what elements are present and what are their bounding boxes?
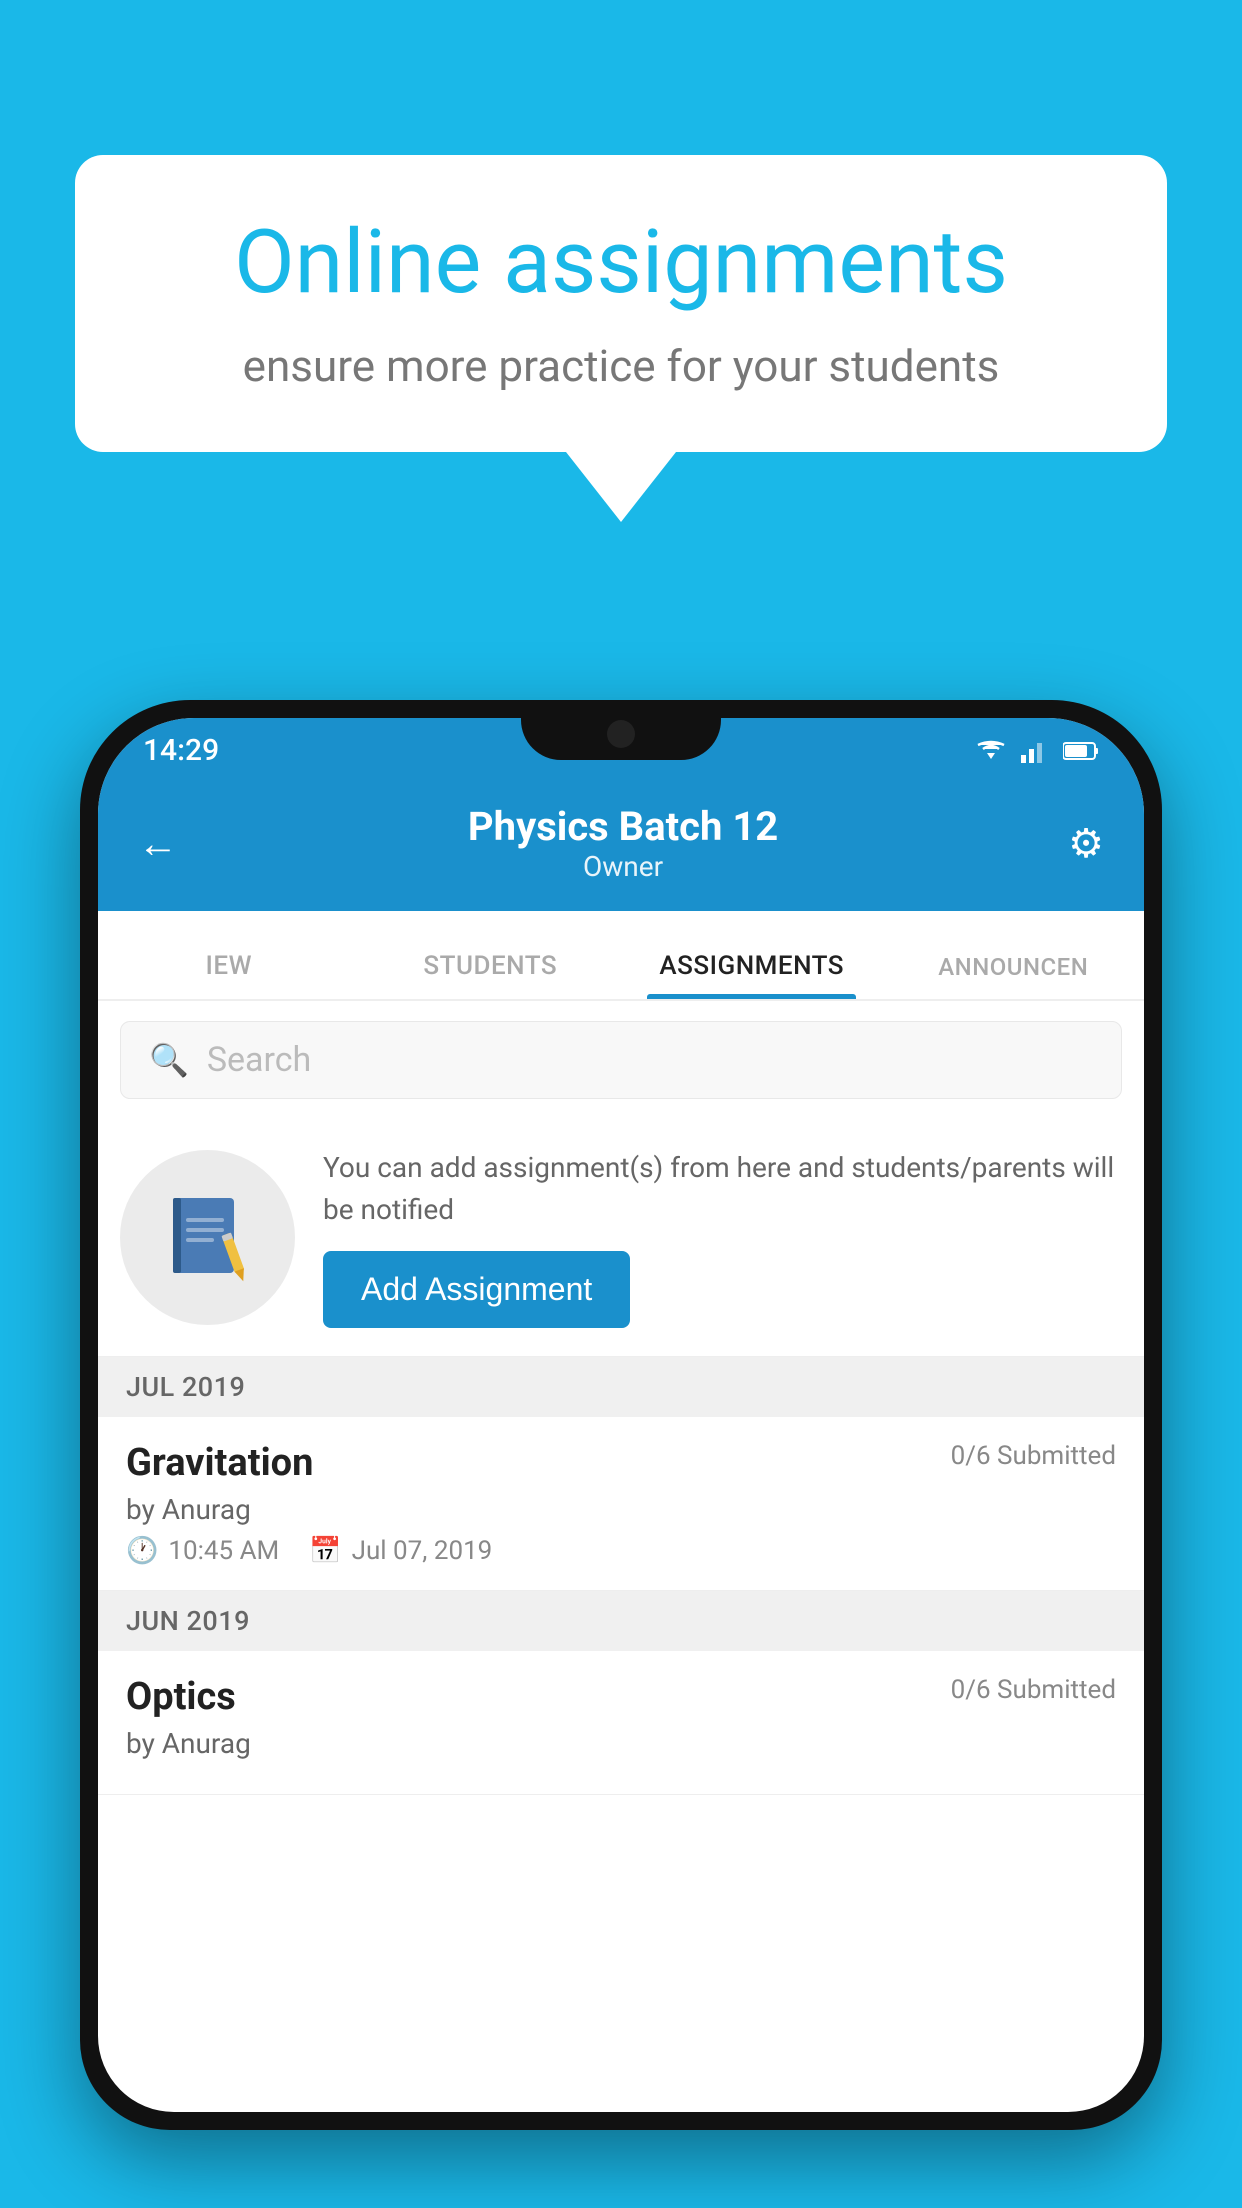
search-placeholder: Search (207, 1040, 311, 1080)
promo-text: You can add assignment(s) from here and … (323, 1147, 1116, 1231)
assignment-item-optics[interactable]: Optics 0/6 Submitted by Anurag (98, 1651, 1144, 1795)
tab-announcements[interactable]: ANNOUNCEN (883, 953, 1145, 999)
notch (521, 700, 721, 760)
search-container: 🔍 Search (98, 1001, 1144, 1119)
back-button[interactable]: ← (138, 820, 178, 867)
settings-icon[interactable]: ⚙ (1068, 820, 1104, 867)
assignment-submitted: 0/6 Submitted (951, 1441, 1116, 1471)
assignment-top-optics: Optics 0/6 Submitted (126, 1675, 1116, 1719)
promo-icon-circle (120, 1150, 295, 1325)
assignment-by-optics: by Anurag (126, 1727, 1116, 1760)
speech-bubble-tail (566, 452, 676, 522)
header-title-group: Physics Batch 12 Owner (468, 803, 778, 883)
signal-icon (1021, 739, 1049, 763)
app-header: ← Physics Batch 12 Owner ⚙ (98, 783, 1144, 911)
tab-assignments[interactable]: ASSIGNMENTS (621, 951, 883, 999)
notebook-icon (168, 1193, 248, 1283)
date-value: Jul 07, 2019 (352, 1536, 493, 1566)
battery-icon (1063, 741, 1099, 761)
assignment-item-gravitation[interactable]: Gravitation 0/6 Submitted by Anurag 🕐 10… (98, 1417, 1144, 1591)
speech-bubble-title: Online assignments (145, 215, 1097, 312)
assignment-by: by Anurag (126, 1493, 1116, 1526)
section-header-jul: JUL 2019 (98, 1357, 1144, 1417)
promo-content: You can add assignment(s) from here and … (323, 1147, 1116, 1328)
wifi-icon (975, 739, 1007, 763)
tab-iew[interactable]: IEW (98, 951, 360, 999)
status-time: 14:29 (143, 733, 219, 768)
tab-students[interactable]: STUDENTS (360, 951, 622, 999)
search-bar[interactable]: 🔍 Search (120, 1021, 1122, 1099)
assignment-name: Gravitation (126, 1441, 313, 1485)
calendar-icon: 📅 (309, 1536, 341, 1566)
assignment-meta: 🕐 10:45 AM 📅 Jul 07, 2019 (126, 1536, 1116, 1566)
assignment-top: Gravitation 0/6 Submitted (126, 1441, 1116, 1485)
camera (607, 720, 635, 748)
header-subtitle: Owner (468, 850, 778, 883)
speech-bubble: Online assignments ensure more practice … (75, 155, 1167, 452)
add-assignment-promo: You can add assignment(s) from here and … (98, 1119, 1144, 1357)
speech-bubble-wrapper: Online assignments ensure more practice … (75, 155, 1167, 522)
section-header-jun: JUN 2019 (98, 1591, 1144, 1651)
header-title: Physics Batch 12 (468, 803, 778, 850)
clock-icon: 🕐 (126, 1536, 158, 1566)
phone: 14:29 (80, 700, 1162, 2130)
add-assignment-button[interactable]: Add Assignment (323, 1251, 630, 1328)
time-value: 10:45 AM (168, 1536, 279, 1566)
tabs: IEW STUDENTS ASSIGNMENTS ANNOUNCEN (98, 911, 1144, 1001)
assignment-submitted-optics: 0/6 Submitted (951, 1675, 1116, 1705)
status-icons (975, 739, 1099, 763)
phone-screen: 14:29 (98, 718, 1144, 2112)
content: 🔍 Search (98, 1001, 1144, 1795)
assignment-name-optics: Optics (126, 1675, 236, 1719)
phone-wrapper: 14:29 (80, 700, 1162, 2208)
search-icon: 🔍 (149, 1041, 189, 1079)
meta-time: 🕐 10:45 AM (126, 1536, 279, 1566)
meta-date: 📅 Jul 07, 2019 (309, 1536, 492, 1566)
speech-bubble-subtitle: ensure more practice for your students (145, 340, 1097, 392)
